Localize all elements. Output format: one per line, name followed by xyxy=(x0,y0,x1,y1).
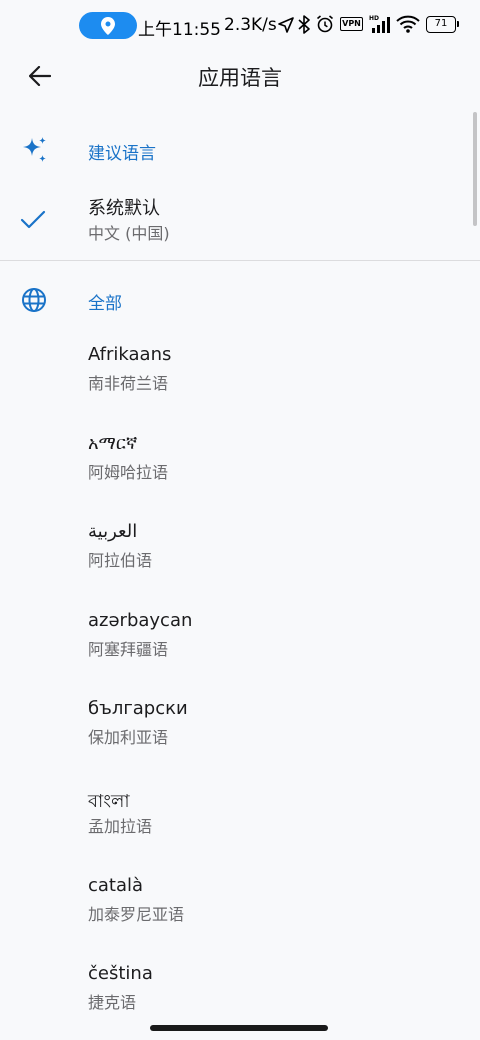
wifi-icon xyxy=(396,15,420,33)
language-item[interactable]: বাংলা 孟加拉语 xyxy=(0,781,470,861)
language-item[interactable]: አማርኛ 阿姆哈拉语 xyxy=(0,427,470,507)
location-icon xyxy=(101,16,115,35)
status-bar: 上午11:55 2.3K/s VPN HD 71 xyxy=(0,0,480,50)
battery-icon: 71 xyxy=(426,16,459,33)
signal-icon: HD xyxy=(369,15,390,33)
language-subtitle: 保加利亚语 xyxy=(88,728,169,747)
section-all: 全部 xyxy=(0,280,480,320)
language-item[interactable]: Afrikaans 南非荷兰语 xyxy=(0,338,470,418)
language-name: azərbaycan xyxy=(88,610,193,631)
language-subtitle: 南非荷兰语 xyxy=(88,374,169,393)
language-item[interactable]: azərbaycan 阿塞拜疆语 xyxy=(0,604,470,684)
sparkle-icon xyxy=(18,134,50,166)
language-subtitle: 中文 (中国) xyxy=(88,224,170,243)
vpn-icon: VPN xyxy=(340,17,363,31)
language-subtitle: 阿塞拜疆语 xyxy=(88,640,169,659)
divider xyxy=(0,260,480,261)
navigation-icon xyxy=(278,17,294,33)
language-name: አማርኛ xyxy=(88,433,138,454)
language-name: català xyxy=(88,875,144,896)
location-pill xyxy=(79,12,137,39)
alarm-icon xyxy=(316,15,334,33)
page-title: 应用语言 xyxy=(198,66,282,90)
language-subtitle: 捷克语 xyxy=(88,993,137,1012)
bluetooth-icon xyxy=(298,15,310,34)
section-label-suggested: 建议语言 xyxy=(88,144,156,164)
network-speed: 2.3K/s xyxy=(224,15,277,35)
language-name: 系统默认 xyxy=(88,198,160,219)
language-item[interactable]: български 保加利亚语 xyxy=(0,692,470,772)
language-subtitle: 阿拉伯语 xyxy=(88,551,153,570)
language-item[interactable]: català 加泰罗尼亚语 xyxy=(0,869,470,949)
globe-icon xyxy=(18,284,50,316)
language-subtitle: 阿姆哈拉语 xyxy=(88,463,169,482)
language-item-system-default[interactable]: 系统默认 中文 (中国) xyxy=(0,188,470,268)
section-suggested: 建议语言 xyxy=(0,130,480,170)
app-bar: 应用语言 xyxy=(0,50,480,102)
home-indicator[interactable] xyxy=(150,1025,328,1031)
language-subtitle: 孟加拉语 xyxy=(88,817,153,836)
language-subtitle: 加泰罗尼亚语 xyxy=(88,905,185,924)
language-name: العربية xyxy=(88,521,138,542)
language-name: български xyxy=(88,698,188,719)
language-name: čeština xyxy=(88,963,153,984)
language-name: Afrikaans xyxy=(88,344,172,365)
section-label-all: 全部 xyxy=(88,294,122,314)
language-item[interactable]: العربية 阿拉伯语 xyxy=(0,515,470,595)
check-icon xyxy=(20,210,46,229)
status-time: 上午11:55 xyxy=(138,20,221,40)
svg-text:HD: HD xyxy=(369,15,379,22)
